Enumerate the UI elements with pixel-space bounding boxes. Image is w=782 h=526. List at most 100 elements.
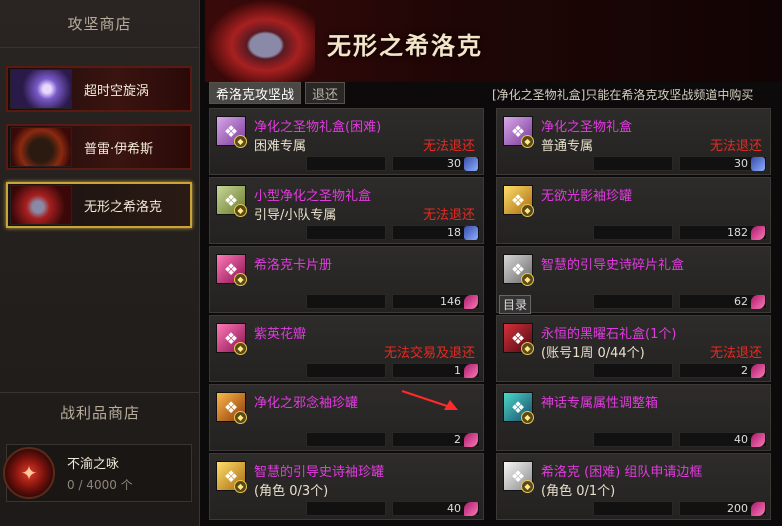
- item-name: 希洛克 (困难) 组队申请边框: [541, 465, 703, 480]
- crest-icon[interactable]: ❖ ◆: [503, 116, 534, 148]
- epic-jar-icon[interactable]: ❖ ◆: [216, 461, 247, 493]
- refund-warning: 无法交易及退还: [383, 346, 475, 361]
- mythic-chest-icon[interactable]: ❖ ◆: [503, 392, 534, 424]
- petal-currency-icon: [464, 295, 478, 309]
- item-name: 净化之邪念袖珍罐: [254, 396, 359, 411]
- item-price: 30: [734, 157, 748, 170]
- item-name: 神话专属属性调整箱: [541, 396, 659, 411]
- stock-slot: [593, 501, 673, 516]
- tab-refund[interactable]: 退还: [305, 82, 346, 104]
- raid-button-time-vortex[interactable]: 超时空旋涡: [6, 66, 192, 112]
- item-price: 18: [447, 226, 461, 239]
- tab-sirocco-raid[interactable]: 希洛克攻坚战: [209, 82, 302, 104]
- item-name: 永恒的黑曜石礼盒(1个): [541, 327, 677, 342]
- shop-item-card[interactable]: ❖ ◆ 希洛克卡片册 146: [209, 246, 484, 313]
- shop-item-card[interactable]: ❖ ◆ 净化之圣物礼盒(困难) 困难专属 无法退还 30: [209, 108, 484, 175]
- coin-badge-icon: ◆: [234, 135, 247, 148]
- item-price: 2: [454, 433, 461, 446]
- item-name: 净化之圣物礼盒: [541, 120, 633, 135]
- coin-badge-icon: ◆: [521, 204, 534, 217]
- shop-item-card[interactable]: ❖ ◆ 智慧的引导史诗碎片礼盒 目录 62: [496, 246, 771, 314]
- raid-label: 普雷·伊希斯: [84, 141, 154, 157]
- refund-warning: 无法退还: [709, 139, 762, 154]
- tab-bar: 希洛克攻坚战 退还: [209, 82, 349, 104]
- page-title: 无形之希洛克: [327, 31, 483, 60]
- coin-badge-icon: ◆: [234, 480, 247, 493]
- shop-item-card[interactable]: ❖ ◆ 永恒的黑曜石礼盒(1个) (账号1周 0/44个) 无法退还 2: [496, 315, 771, 382]
- stock-slot: [306, 156, 386, 171]
- catalog-tag[interactable]: 目录: [499, 295, 532, 314]
- refund-warning: 无法退还: [422, 139, 475, 154]
- item-price: 2: [741, 364, 748, 377]
- shop-item-card[interactable]: ❖ ◆ 智慧的引导史诗袖珍罐 (角色 0/3个) 40: [209, 453, 484, 520]
- item-name: 紫英花瓣: [254, 327, 307, 342]
- prey-isis-thumbnail-icon: [10, 127, 72, 167]
- time-vortex-thumbnail-icon: [10, 69, 72, 109]
- jar-icon[interactable]: ❖ ◆: [503, 185, 534, 217]
- item-restriction: 引导/小队专属: [254, 208, 337, 223]
- sirocco-thumbnail-icon: [10, 185, 72, 225]
- item-price: 1: [454, 364, 461, 377]
- shop-item-card[interactable]: ❖ ◆ 无欲光影袖珍罐 182: [496, 177, 771, 244]
- shop-item-card[interactable]: ❖ ◆ 紫英花瓣无法交易及退还 1: [209, 315, 484, 382]
- coin-badge-icon: ◆: [521, 480, 534, 493]
- shop-item-card[interactable]: ❖ ◆ 小型净化之圣物礼盒 引导/小队专属 无法退还 18: [209, 177, 484, 244]
- item-restriction: (角色 0/3个): [254, 484, 329, 499]
- item-price: 40: [447, 502, 461, 515]
- petal-currency-icon: [464, 364, 478, 378]
- shop-item-card[interactable]: ❖ ◆ 净化之邪念袖珍罐 2: [209, 384, 484, 451]
- item-restriction: (账号1周 0/44个): [541, 346, 645, 361]
- loot-currency-box: ✦ 不渝之咏 0 / 4000 个: [3, 444, 192, 502]
- petal-currency-icon: [751, 295, 765, 309]
- card-book-icon[interactable]: ❖ ◆: [216, 254, 247, 286]
- stock-slot: [593, 294, 673, 309]
- evil-jar-icon[interactable]: ❖ ◆: [216, 392, 247, 424]
- petal-currency-icon: [751, 226, 765, 240]
- crystal-currency-icon: [751, 157, 765, 171]
- stock-slot: [593, 156, 673, 171]
- shop-item-card[interactable]: ❖ ◆ 神话专属属性调整箱 40: [496, 384, 771, 451]
- item-price: 182: [727, 226, 748, 239]
- item-name: 智慧的引导史诗袖珍罐: [254, 465, 385, 480]
- petal-currency-icon: [464, 502, 478, 516]
- coin-badge-icon: ◆: [234, 411, 247, 424]
- item-price: 40: [734, 433, 748, 446]
- sirocco-portrait-icon: [205, 0, 315, 82]
- refund-warning: 无法退还: [709, 346, 762, 361]
- frame-scroll-icon[interactable]: ❖ ◆: [503, 461, 534, 493]
- coin-badge-icon: ◆: [234, 204, 247, 217]
- item-name: 智慧的引导史诗碎片礼盒: [541, 258, 685, 273]
- loot-currency-count: 0 / 4000 个: [67, 478, 133, 492]
- stock-slot: [306, 363, 386, 378]
- item-restriction: 困难专属: [254, 139, 307, 154]
- stock-slot: [593, 225, 673, 240]
- shop-header: 无形之希洛克: [205, 0, 782, 82]
- raid-shop-title: 攻坚商店: [0, 0, 199, 48]
- crest-icon[interactable]: ❖ ◆: [216, 116, 247, 148]
- shop-item-card[interactable]: ❖ ◆ 净化之圣物礼盒 普通专属 无法退还 30: [496, 108, 771, 175]
- item-restriction: 普通专属: [541, 139, 594, 154]
- stock-slot: [306, 432, 386, 447]
- loot-shop-title: 战利品商店: [0, 392, 200, 432]
- petal-icon[interactable]: ❖ ◆: [216, 323, 247, 355]
- coin-badge-icon: ◆: [521, 135, 534, 148]
- raid-button-prey-isis[interactable]: 普雷·伊希斯: [6, 124, 192, 170]
- item-price: 30: [447, 157, 461, 170]
- stock-slot: [593, 363, 673, 378]
- refund-warning: 无法退还: [422, 208, 475, 223]
- raid-label: 超时空旋涡: [84, 83, 150, 99]
- item-name: 小型净化之圣物礼盒: [254, 189, 372, 204]
- coin-badge-icon: ◆: [521, 342, 534, 355]
- purchase-notice: [净化之圣物礼盒]只能在希洛克攻坚战频道中购买: [492, 88, 754, 102]
- obsidian-box-icon[interactable]: ❖ ◆: [503, 323, 534, 355]
- stock-slot: [593, 432, 673, 447]
- item-price: 200: [727, 502, 748, 515]
- crest-small-icon[interactable]: ❖ ◆: [216, 185, 247, 217]
- crystal-currency-icon: [464, 157, 478, 171]
- item-name: 无欲光影袖珍罐: [541, 189, 633, 204]
- raid-label: 无形之希洛克: [84, 199, 163, 215]
- shop-item-card[interactable]: ❖ ◆ 希洛克 (困难) 组队申请边框 (角色 0/1个) 200: [496, 453, 771, 520]
- raid-button-sirocco[interactable]: 无形之希洛克: [6, 182, 192, 228]
- petal-currency-icon: [751, 433, 765, 447]
- gift-box-icon[interactable]: ❖ ◆: [503, 254, 534, 286]
